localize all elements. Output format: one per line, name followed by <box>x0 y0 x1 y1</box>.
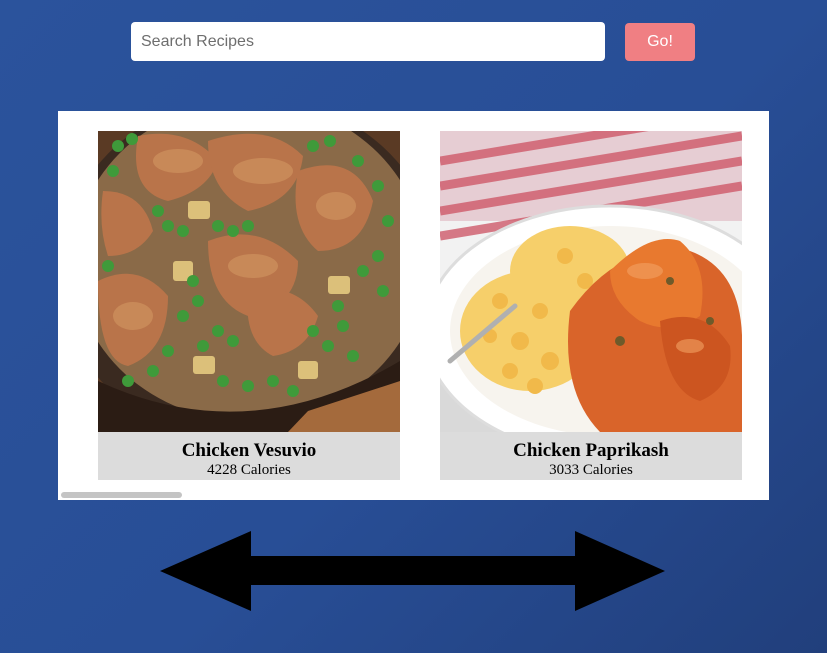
recipe-carousel[interactable]: Chicken Vesuvio 4228 Calories Chicken Pa… <box>58 111 769 500</box>
recipe-calories: 4228 Calories <box>207 462 291 478</box>
scrollbar-thumb[interactable] <box>61 492 182 498</box>
go-button[interactable]: Go! <box>625 23 695 61</box>
recipe-name: Chicken Vesuvio <box>181 440 317 461</box>
search-input[interactable] <box>131 22 605 61</box>
recipe-name: Chicken Paprikash <box>513 440 669 461</box>
horizontal-scrollbar[interactable] <box>58 489 769 500</box>
recipe-card[interactable]: Chicken Paprikash 3033 Calories <box>440 131 742 480</box>
recipe-card[interactable]: Chicken Vesuvio 4228 Calories <box>98 131 400 480</box>
recipe-calories: 3033 Calories <box>549 462 633 478</box>
recipe-photo <box>98 131 400 432</box>
recipe-photo <box>440 131 742 432</box>
double-headed-arrow-icon <box>160 531 665 611</box>
